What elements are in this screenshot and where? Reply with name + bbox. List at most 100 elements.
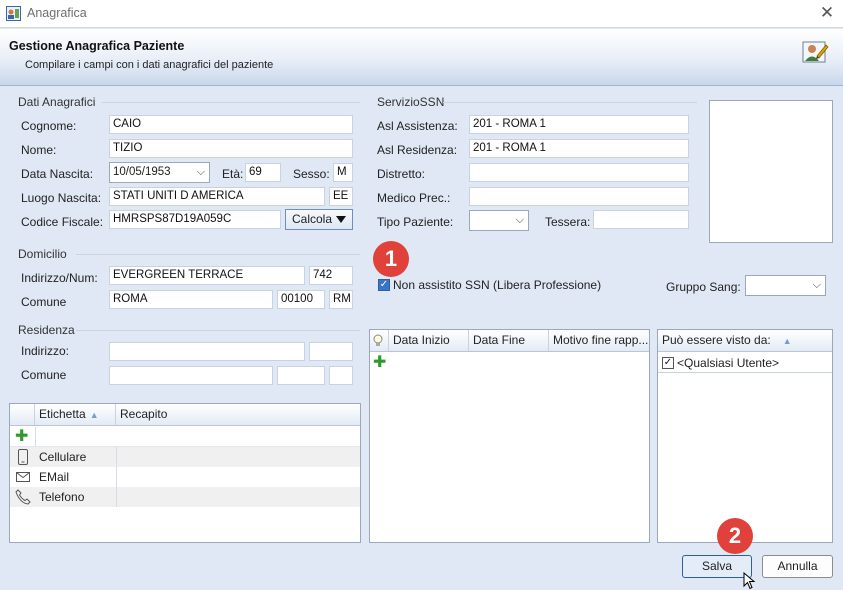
luogo-nascita-label: Luogo Nascita: [21,191,102,205]
distretto-label: Distretto: [377,167,426,181]
group-servizio-ssn: ServizioSSN [377,95,445,109]
data-nascita-value: 10/05/1953 [113,166,171,178]
luogo-nascita-prov-field[interactable]: EE [329,187,353,206]
gruppo-sang-label: Gruppo Sang: [666,280,741,294]
col-header-visibilita-label: Può essere visto da: [662,333,771,347]
col-header-motivo[interactable]: Motivo fine rapp... [549,330,649,351]
contatti-grid-header: Etichetta ▲ Recapito [10,404,360,426]
col-header-recapito[interactable]: Recapito [116,404,360,425]
domicilio-comune-field[interactable]: ROMA [109,290,273,309]
header-banner: Gestione Anagrafica Paziente Compilare i… [0,29,843,86]
calcola-button[interactable]: Calcola [285,209,353,230]
mouse-cursor-icon [743,572,756,590]
list-item[interactable]: ✓ <Qualsiasi Utente> [658,353,832,373]
add-row-icon[interactable]: ✚ [373,355,386,371]
grid-row-indicator-header [10,404,35,425]
domicilio-prov-field[interactable]: RM [329,290,353,309]
nome-field[interactable]: TIZIO [109,139,353,158]
residenza-comune-field[interactable] [109,366,273,385]
group-divider [76,330,360,331]
etichetta-cell: EMail [39,470,70,484]
medico-prec-field[interactable] [469,187,689,206]
table-row[interactable]: Telefono [10,487,360,507]
residenza-indirizzo-label: Indirizzo: [21,344,70,358]
sort-asc-icon: ▲ [782,336,792,346]
cognome-field[interactable]: CAIO [109,115,353,134]
annulla-button[interactable]: Annulla [762,555,833,578]
residenza-cap-field[interactable] [277,366,325,385]
step-badge-1: 1 [373,241,409,277]
qualsiasi-utente-checkbox[interactable]: ✓ [662,357,674,369]
table-row[interactable]: EMail [10,467,360,487]
col-header-etichetta[interactable]: Etichetta ▲ [35,404,116,425]
residenza-numero-field[interactable] [309,342,353,361]
residenza-indirizzo-field[interactable] [109,342,305,361]
asl-residenza-field[interactable]: 201 - ROMA 1 [469,139,689,158]
close-icon[interactable]: ✕ [817,2,837,24]
tipo-paziente-label: Tipo Paziente: [377,215,454,229]
title-bar [0,0,843,28]
phone-mobile-icon [18,449,28,465]
codice-fiscale-label: Codice Fiscale: [21,215,104,229]
group-dati-anagrafici: Dati Anagrafici [18,95,96,109]
group-divider [443,102,697,103]
telephone-icon [15,489,31,505]
table-row[interactable]: Cellulare [10,447,360,467]
non-assistito-label[interactable]: Non assistito SSN (Libera Professione) [393,278,601,292]
asl-residenza-label: Asl Residenza: [377,143,458,157]
user-edit-icon [802,41,829,63]
lightbulb-icon [370,330,389,351]
col-divider [116,467,117,487]
data-nascita-picker[interactable]: 10/05/1953 ⌵ [109,162,210,183]
salva-button[interactable]: Salva [682,555,752,578]
window-title: Anagrafica [27,6,87,20]
group-divider [76,254,360,255]
distretto-field[interactable] [469,163,689,182]
residenza-comune-label: Comune [21,368,67,382]
col-header-data-fine[interactable]: Data Fine [469,330,549,351]
group-divider [102,102,360,103]
step-badge-2: 2 [717,518,753,554]
col-divider [116,447,117,467]
group-residenza: Residenza [18,323,75,337]
non-assistito-checkbox[interactable]: ✓ [378,279,390,291]
chevron-down-icon[interactable]: ⌵ [813,278,821,293]
col-header-etichetta-label: Etichetta [39,407,86,421]
luogo-nascita-field[interactable]: STATI UNITI D AMERICA [109,187,325,206]
col-header-data-inizio[interactable]: Data Inizio [389,330,469,351]
tipo-paziente-select[interactable]: ⌵ [469,210,529,231]
gruppo-sang-select[interactable]: ⌵ [745,275,826,296]
chevron-down-icon[interactable]: ⌵ [516,213,524,228]
tessera-field[interactable] [593,210,689,229]
domicilio-numero-field[interactable]: 742 [309,266,353,285]
data-nascita-label: Data Nascita: [21,167,94,181]
chevron-down-icon[interactable]: ⌵ [197,165,205,180]
asl-assistenza-field[interactable]: 201 - ROMA 1 [469,115,689,134]
new-row[interactable]: ✚ [370,353,649,373]
eta-field[interactable]: 69 [245,163,281,182]
new-row[interactable]: ✚ [10,427,360,447]
etichetta-cell: Telefono [39,490,85,504]
col-divider [35,427,36,447]
group-domicilio: Domicilio [18,247,67,261]
sesso-field[interactable]: M [333,163,353,182]
domicilio-indirizzo-field[interactable]: EVERGREEN TERRACE [109,266,305,285]
add-row-icon[interactable]: ✚ [15,429,28,445]
codice-fiscale-field[interactable]: HMRSPS87D19A059C [109,210,281,229]
contatti-grid: Etichetta ▲ Recapito ✚ Cellulare EMail Te… [9,403,361,543]
sort-asc-icon: ▲ [89,410,99,420]
col-header-visibilita[interactable]: Può essere visto da: ▲ [658,330,832,351]
periodi-grid-header: Data Inizio Data Fine Motivo fine rapp..… [370,330,649,352]
sesso-label: Sesso: [293,167,330,181]
residenza-prov-field[interactable] [329,366,353,385]
domicilio-indirizzo-label: Indirizzo/Num: [21,271,98,285]
calcola-label: Calcola [292,212,333,226]
asl-assistenza-label: Asl Assistenza: [377,119,458,133]
domicilio-cap-field[interactable]: 00100 [277,290,325,309]
nome-label: Nome: [21,143,57,157]
periodi-grid: Data Inizio Data Fine Motivo fine rapp..… [369,329,650,543]
patient-photo[interactable] [709,100,833,243]
page-subtitle: Compilare i campi con i dati anagrafici … [25,59,274,71]
app-window-icon [6,6,21,21]
visibilita-label: <Qualsiasi Utente> [677,356,780,370]
